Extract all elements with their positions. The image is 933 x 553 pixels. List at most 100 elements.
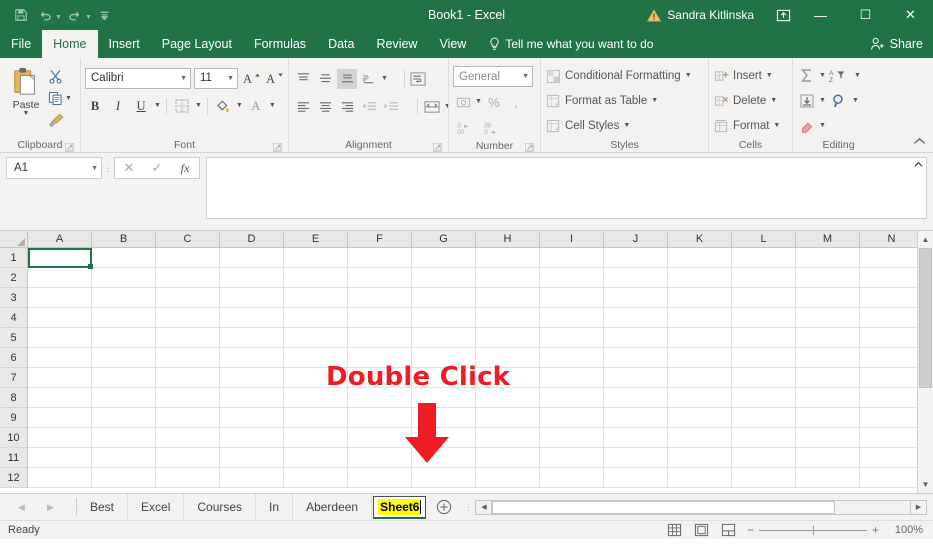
format-cells-dropdown-icon[interactable]: ▼ [773, 122, 780, 129]
grid-cell-M8[interactable] [796, 388, 860, 408]
grid-cell-H4[interactable] [476, 308, 540, 328]
grid-cell-C8[interactable] [156, 388, 220, 408]
grid-cell-B6[interactable] [92, 348, 156, 368]
grid-cell-N2[interactable] [860, 268, 917, 288]
user-account[interactable]: Sandra Kitlinska [647, 8, 754, 22]
close-button[interactable]: ✕ [888, 0, 933, 30]
grid-cell-K2[interactable] [668, 268, 732, 288]
save-icon[interactable] [10, 4, 32, 26]
grid-cell-I8[interactable] [540, 388, 604, 408]
grid-cell-H12[interactable] [476, 468, 540, 488]
font-name-combo[interactable]: Calibri ▼ [85, 67, 191, 89]
grid-cell-A7[interactable] [28, 368, 92, 388]
underline-button[interactable]: U [131, 96, 151, 116]
cell-styles-dropdown-icon[interactable]: ▼ [623, 122, 630, 129]
grid-cell-F5[interactable] [348, 328, 412, 348]
column-header-l[interactable]: L [732, 231, 796, 248]
grid-cell-E4[interactable] [284, 308, 348, 328]
grid-cell-K3[interactable] [668, 288, 732, 308]
increase-indent-button[interactable] [381, 97, 401, 117]
normal-view-button[interactable] [666, 523, 683, 538]
grid-cell-C10[interactable] [156, 428, 220, 448]
grid-cell-B12[interactable] [92, 468, 156, 488]
vertical-scroll-thumb[interactable] [918, 248, 932, 388]
grid-cell-E10[interactable] [284, 428, 348, 448]
format-as-table-dropdown-icon[interactable]: ▼ [651, 97, 658, 104]
insert-cells-button[interactable]: Insert ▼ [713, 65, 773, 87]
copy-button[interactable]: ▼ [48, 89, 72, 108]
page-layout-view-button[interactable] [693, 523, 710, 538]
grid-cell-J8[interactable] [604, 388, 668, 408]
format-as-table-button[interactable]: Format as Table ▼ [545, 90, 658, 112]
horizontal-scrollbar[interactable]: ◀ ▶ [475, 499, 927, 516]
grid-cell-B9[interactable] [92, 408, 156, 428]
zoom-out-button[interactable]: − [747, 523, 754, 537]
grid-cell-I12[interactable] [540, 468, 604, 488]
grid-cell-M6[interactable] [796, 348, 860, 368]
grid-cell-D10[interactable] [220, 428, 284, 448]
grid-cell-H11[interactable] [476, 448, 540, 468]
grid-cell-E12[interactable] [284, 468, 348, 488]
collapse-formula-bar-icon[interactable] [914, 160, 923, 170]
name-box-caret-icon[interactable]: ▼ [91, 165, 98, 172]
grid-cell-H10[interactable] [476, 428, 540, 448]
center-align-button[interactable] [315, 97, 335, 117]
borders-dropdown-icon[interactable]: ▼ [195, 102, 202, 109]
horizontal-scroll-thumb[interactable] [492, 500, 835, 514]
row-header-10[interactable]: 10 [0, 428, 28, 448]
sheet-tab-splitter[interactable]: ⋮ [461, 502, 475, 513]
grid-cell-D12[interactable] [220, 468, 284, 488]
share-button[interactable]: Share [870, 30, 923, 58]
increase-font-size-button[interactable]: A [241, 68, 261, 88]
column-header-j[interactable]: J [604, 231, 668, 248]
grid-cell-L11[interactable] [732, 448, 796, 468]
grid-cell-M5[interactable] [796, 328, 860, 348]
undo-icon[interactable] [34, 4, 56, 26]
grid-cell-M10[interactable] [796, 428, 860, 448]
grid-cell-E11[interactable] [284, 448, 348, 468]
font-size-combo[interactable]: 11 ▼ [194, 67, 238, 89]
grid-cell-H1[interactable] [476, 248, 540, 268]
clear-button[interactable] [797, 116, 817, 136]
grid-cell-C3[interactable] [156, 288, 220, 308]
grid-cell-G1[interactable] [412, 248, 476, 268]
tab-page-layout[interactable]: Page Layout [151, 30, 243, 58]
grid-cell-D3[interactable] [220, 288, 284, 308]
grid-cell-L4[interactable] [732, 308, 796, 328]
grid-cell-N4[interactable] [860, 308, 917, 328]
grid-cell-N8[interactable] [860, 388, 917, 408]
grid-cell-I6[interactable] [540, 348, 604, 368]
grid-cell-A10[interactable] [28, 428, 92, 448]
grid-cell-H5[interactable] [476, 328, 540, 348]
orientation-dropdown-icon[interactable]: ▼ [381, 75, 388, 82]
grid-cell-N11[interactable] [860, 448, 917, 468]
insert-cells-dropdown-icon[interactable]: ▼ [766, 72, 773, 79]
grid-cell-B3[interactable] [92, 288, 156, 308]
column-header-h[interactable]: H [476, 231, 540, 248]
grid-cell-F12[interactable] [348, 468, 412, 488]
row-header-2[interactable]: 2 [0, 268, 28, 288]
zoom-thumb[interactable] [813, 525, 814, 535]
tab-file[interactable]: File [0, 30, 42, 58]
grid-cell-F3[interactable] [348, 288, 412, 308]
grid-cell-B5[interactable] [92, 328, 156, 348]
column-header-n[interactable]: N [860, 231, 917, 248]
fill-color-dropdown-icon[interactable]: ▼ [236, 102, 243, 109]
grid-cell-D5[interactable] [220, 328, 284, 348]
grid-cell-D1[interactable] [220, 248, 284, 268]
grid-cell-M1[interactable] [796, 248, 860, 268]
grid-cell-I10[interactable] [540, 428, 604, 448]
grid-cell-C6[interactable] [156, 348, 220, 368]
grid-cell-B8[interactable] [92, 388, 156, 408]
paste-button[interactable]: Paste ▼ [4, 64, 48, 117]
grid-cell-C5[interactable] [156, 328, 220, 348]
alignment-dialog-launcher-icon[interactable] [433, 143, 442, 152]
grid-cell-A9[interactable] [28, 408, 92, 428]
grid-cell-C9[interactable] [156, 408, 220, 428]
customize-qat-icon[interactable] [94, 4, 116, 26]
grid-cell-C7[interactable] [156, 368, 220, 388]
format-cells-button[interactable]: Format ▼ [713, 115, 780, 137]
grid-cell-K4[interactable] [668, 308, 732, 328]
grid-cell-E2[interactable] [284, 268, 348, 288]
grid-cell-B4[interactable] [92, 308, 156, 328]
